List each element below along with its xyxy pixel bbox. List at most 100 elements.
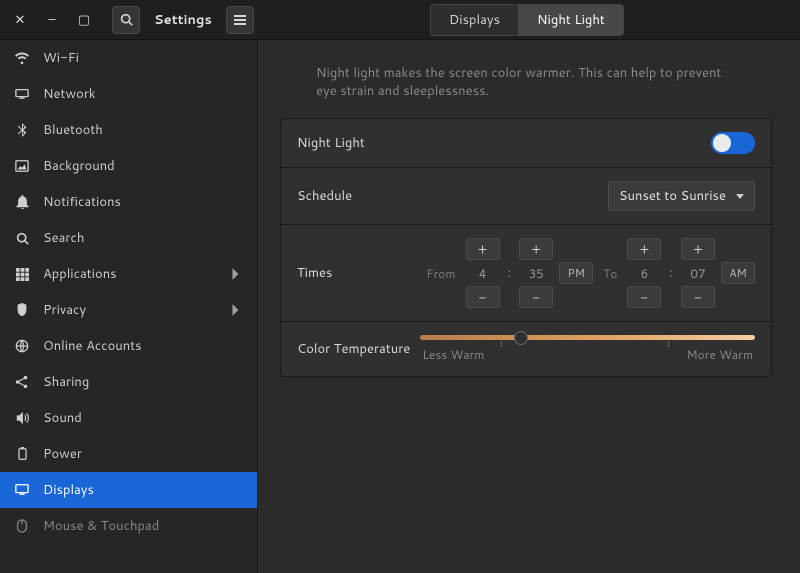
to-min-value: 07 xyxy=(681,262,715,284)
schedule-dropdown[interactable]: Sunset to Sunrise xyxy=(608,181,755,211)
schedule-value: Sunset to Sunrise xyxy=(619,187,726,205)
power-icon xyxy=(14,446,30,462)
tab-night-light[interactable]: Night Light xyxy=(518,5,623,35)
sidebar-item-mouse-touchpad[interactable]: Mouse & Touchpad xyxy=(0,508,257,544)
less-warm-label: Less Warm xyxy=(422,346,484,363)
from-hour-up[interactable]: + xyxy=(466,238,500,260)
to-hour-up[interactable]: + xyxy=(627,238,661,260)
sidebar-item-applications[interactable]: Applications xyxy=(0,256,257,292)
sound-icon xyxy=(14,410,30,426)
sidebar-item-label: Search xyxy=(43,229,84,247)
maximize-button[interactable]: ▢ xyxy=(70,6,98,34)
sidebar-item-label: Displays xyxy=(43,481,94,499)
sidebar-item-label: Sharing xyxy=(43,373,89,391)
row-night-light: Night Light xyxy=(281,119,771,167)
sidebar-item-notifications[interactable]: Notifications xyxy=(0,184,257,220)
to-hour-down[interactable]: − xyxy=(627,286,661,308)
sidebar: Wi-Fi Network Bluetooth Background xyxy=(0,40,258,573)
chevron-down-icon xyxy=(736,194,744,199)
accounts-icon xyxy=(14,338,30,354)
bell-icon xyxy=(14,194,30,210)
sidebar-item-sound[interactable]: Sound xyxy=(0,400,257,436)
displays-icon xyxy=(14,482,30,498)
sidebar-item-online-accounts[interactable]: Online Accounts xyxy=(0,328,257,364)
from-ampm[interactable]: PM xyxy=(559,262,593,284)
sidebar-item-label: Network xyxy=(43,85,96,103)
to-ampm[interactable]: AM xyxy=(721,262,755,284)
search-icon xyxy=(14,230,30,246)
sidebar-item-bluetooth[interactable]: Bluetooth xyxy=(0,112,257,148)
sidebar-item-background[interactable]: Background xyxy=(0,148,257,184)
network-icon xyxy=(14,86,30,102)
row-color-temperature: Color Temperature Less Warm More Warm xyxy=(281,321,771,376)
sidebar-item-sharing[interactable]: Sharing xyxy=(0,364,257,400)
from-hour-spinner: + 4 − xyxy=(466,238,500,308)
night-light-label: Night Light xyxy=(297,134,365,152)
from-min-spinner: + 35 − xyxy=(519,238,553,308)
color-temp-label: Color Temperature xyxy=(297,340,410,358)
privacy-icon xyxy=(14,302,30,318)
from-min-down[interactable]: − xyxy=(519,286,553,308)
sidebar-item-displays[interactable]: Displays xyxy=(0,472,257,508)
to-min-down[interactable]: − xyxy=(681,286,715,308)
color-temp-slider[interactable] xyxy=(420,335,755,340)
sidebar-item-label: Bluetooth xyxy=(43,121,103,139)
sidebar-item-privacy[interactable]: Privacy xyxy=(0,292,257,328)
from-min-value: 35 xyxy=(519,262,553,284)
minimize-icon: – xyxy=(48,11,55,29)
from-label: From xyxy=(422,265,459,282)
sidebar-item-label: Background xyxy=(43,157,115,175)
slider-tick xyxy=(501,341,502,347)
mouse-icon xyxy=(14,518,30,534)
background-icon xyxy=(14,158,30,174)
slider-knob[interactable] xyxy=(514,331,528,345)
schedule-label: Schedule xyxy=(297,187,352,205)
color-temp-slider-wrap: Less Warm More Warm xyxy=(420,335,755,363)
from-min-up[interactable]: + xyxy=(519,238,553,260)
search-button[interactable] xyxy=(112,6,140,34)
more-warm-label: More Warm xyxy=(687,346,753,363)
to-min-spinner: + 07 − xyxy=(681,238,715,308)
sidebar-item-network[interactable]: Network xyxy=(0,76,257,112)
content: Night light makes the screen color warme… xyxy=(258,40,800,573)
sidebar-item-label: Notifications xyxy=(43,193,121,211)
night-light-toggle[interactable] xyxy=(711,132,755,154)
times-label: Times xyxy=(297,264,332,282)
minimize-button[interactable]: – xyxy=(38,6,66,34)
maximize-icon: ▢ xyxy=(78,11,90,29)
body: Wi-Fi Network Bluetooth Background xyxy=(0,40,800,573)
sidebar-item-label: Mouse & Touchpad xyxy=(43,517,159,535)
intro-text: Night light makes the screen color warme… xyxy=(316,64,736,100)
tab-displays[interactable]: Displays xyxy=(431,5,518,35)
headerbar-right: Displays Night Light xyxy=(254,0,800,39)
wifi-icon xyxy=(14,50,30,66)
slider-tick xyxy=(668,341,669,347)
colon: : xyxy=(506,264,514,282)
times-controls: From + 4 − : + 35 − PM To xyxy=(422,238,755,308)
night-light-panel: Night Light Schedule Sunset to Sunrise xyxy=(280,118,772,377)
sidebar-item-power[interactable]: Power xyxy=(0,436,257,472)
sidebar-item-label: Applications xyxy=(43,265,117,283)
settings-window: ✕ – ▢ Settings Displays xyxy=(0,0,800,573)
to-hour-spinner: + 6 − xyxy=(627,238,661,308)
hamburger-icon xyxy=(234,14,246,26)
row-schedule: Schedule Sunset to Sunrise xyxy=(281,167,771,224)
close-button[interactable]: ✕ xyxy=(6,6,34,34)
sidebar-item-label: Sound xyxy=(43,409,82,427)
row-times: Times From + 4 − : + 35 − xyxy=(281,224,771,321)
window-title: Settings xyxy=(144,11,222,29)
search-icon xyxy=(120,13,133,26)
sidebar-item-wifi[interactable]: Wi-Fi xyxy=(0,40,257,76)
headerbar: ✕ – ▢ Settings Displays xyxy=(0,0,800,40)
view-switcher: Displays Night Light xyxy=(430,4,624,36)
to-min-up[interactable]: + xyxy=(681,238,715,260)
close-icon: ✕ xyxy=(15,11,26,29)
menu-button[interactable] xyxy=(226,6,254,34)
sidebar-item-search[interactable]: Search xyxy=(0,220,257,256)
sidebar-item-label: Power xyxy=(43,445,82,463)
sidebar-item-label: Wi-Fi xyxy=(43,49,79,67)
sidebar-item-label: Privacy xyxy=(43,301,86,319)
from-hour-value: 4 xyxy=(466,262,500,284)
from-hour-down[interactable]: − xyxy=(466,286,500,308)
headerbar-left: ✕ – ▢ Settings xyxy=(0,0,254,39)
